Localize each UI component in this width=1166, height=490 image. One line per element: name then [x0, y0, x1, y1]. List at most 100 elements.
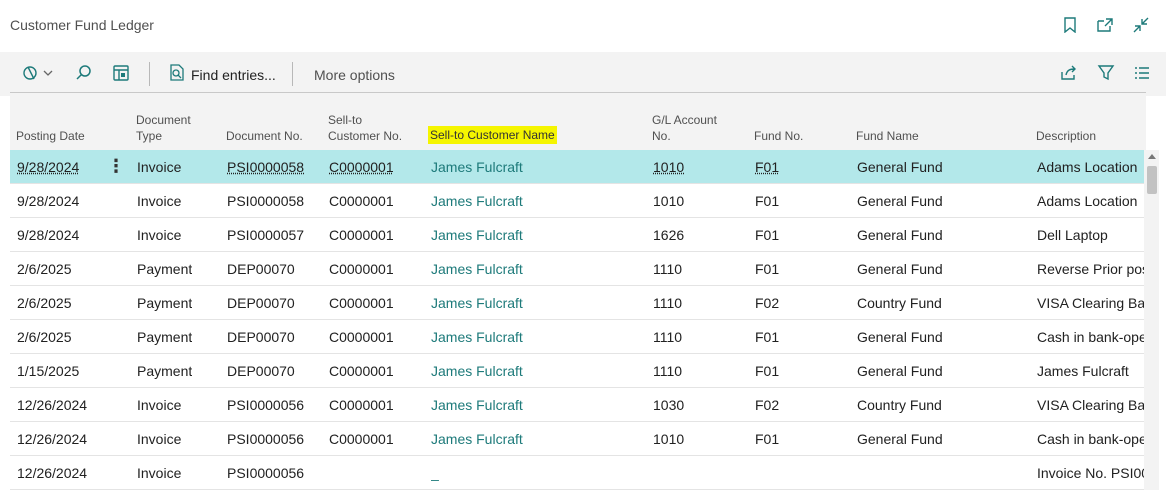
- column-header-description[interactable]: Description: [1036, 96, 1096, 150]
- cell-customer-name[interactable]: James Fulcraft: [431, 218, 523, 252]
- cell-description: Reverse Prior pos: [1037, 261, 1144, 277]
- cell-document-type: Payment: [137, 295, 193, 311]
- cell-fund-no: F01: [755, 431, 780, 447]
- column-header-label: Fund No.: [754, 129, 804, 143]
- scroll-thumb[interactable]: [1147, 166, 1157, 194]
- cell-customer-no: C0000001: [329, 193, 394, 209]
- cell-document-no: PSI0000058: [227, 159, 305, 175]
- cell-gl-account: 1110: [653, 261, 683, 277]
- cell-fund-name: General Fund: [857, 261, 943, 277]
- cell-fund-name: Country Fund: [857, 295, 942, 311]
- list-view-button[interactable]: [1133, 64, 1151, 86]
- column-header-label: G/L Account No.: [652, 113, 717, 143]
- more-options-button[interactable]: More options: [314, 64, 395, 86]
- table-row[interactable]: 9/28/2024 Invoice PSI0000058 C0000001 James …: [10, 150, 1144, 184]
- cell-fund-name: Country Fund: [857, 397, 942, 413]
- cell-customer-name[interactable]: James Fulcraft: [431, 286, 523, 320]
- cell-posting-date: 2/6/2025: [17, 295, 72, 311]
- search-button[interactable]: [75, 64, 93, 86]
- cell-fund-name: General Fund: [857, 193, 943, 209]
- column-header-gl-account[interactable]: G/L Account No.: [652, 96, 717, 150]
- cell-document-no: DEP00070: [227, 329, 295, 345]
- column-header-label: Document No.: [226, 129, 303, 143]
- cell-customer-no: C0000001: [329, 261, 394, 277]
- toolbar-divider: [149, 62, 150, 86]
- cell-fund-no: F01: [755, 261, 780, 277]
- cell-fund-name: General Fund: [857, 363, 943, 379]
- cell-posting-date: 9/28/2024: [17, 159, 80, 175]
- cell-gl-account: 1110: [653, 363, 683, 379]
- analysis-mode-button[interactable]: [112, 64, 130, 86]
- filter-actions-icon: [22, 64, 58, 87]
- find-entries-button[interactable]: Find entries...: [168, 63, 276, 86]
- column-header-fund-name[interactable]: Fund Name: [856, 96, 919, 150]
- collapse-icon[interactable]: [1131, 15, 1151, 35]
- cell-customer-no: C0000001: [329, 295, 394, 311]
- table-row[interactable]: 2/6/2025 Payment DEP00070 C0000001 James Ful…: [10, 252, 1144, 286]
- cell-gl-account: 1010: [653, 193, 685, 209]
- cell-fund-name: General Fund: [857, 227, 943, 243]
- table-row[interactable]: 12/26/2024 Invoice PSI0000056 C0000001 James…: [10, 388, 1144, 422]
- column-header-posting-date[interactable]: Posting Date: [16, 96, 85, 150]
- vertical-scrollbar[interactable]: [1145, 150, 1159, 490]
- cell-customer-no: C0000001: [329, 329, 394, 345]
- cell-fund-no: F02: [755, 295, 780, 311]
- page-actions-button[interactable]: [22, 64, 58, 86]
- cell-fund-name: General Fund: [857, 431, 943, 447]
- cell-customer-name[interactable]: James Fulcraft: [431, 320, 523, 354]
- toolbar-divider: [292, 62, 293, 86]
- cell-document-type: Invoice: [137, 431, 182, 447]
- cell-fund-no: F01: [755, 329, 780, 345]
- cell-description: Cash in bank-ope: [1037, 329, 1144, 345]
- column-header-fund-no[interactable]: Fund No.: [754, 96, 803, 150]
- cell-customer-name[interactable]: James Fulcraft: [431, 354, 523, 388]
- column-header-label: Sell-to Customer No.: [328, 113, 403, 143]
- cell-document-type: Payment: [137, 363, 193, 379]
- table-row[interactable]: 9/28/2024 Invoice PSI0000058 C0000001 James …: [10, 184, 1144, 218]
- cell-document-no: PSI0000056: [227, 465, 305, 481]
- open-new-window-icon[interactable]: [1095, 15, 1115, 35]
- cell-customer-name[interactable]: James Fulcraft: [431, 252, 523, 286]
- cell-fund-name: General Fund: [857, 329, 943, 345]
- cell-customer-no: C0000001: [329, 159, 394, 175]
- row-actions-icon[interactable]: ⋮: [107, 150, 125, 184]
- cell-posting-date: 12/26/2024: [17, 431, 88, 447]
- table-row[interactable]: 9/28/2024 Invoice PSI0000057 C0000001 James …: [10, 218, 1144, 252]
- cell-document-type: Invoice: [137, 397, 182, 413]
- cell-document-no: PSI0000057: [227, 227, 305, 243]
- table-row[interactable]: 2/6/2025 Payment DEP00070 C0000001 James Ful…: [10, 320, 1144, 354]
- filter-icon: [1097, 64, 1115, 87]
- column-header-label: Sell-to Customer Name: [428, 126, 557, 144]
- filter-button[interactable]: [1097, 64, 1115, 86]
- cell-gl-account: 1110: [653, 329, 683, 345]
- column-header-document-no[interactable]: Document No.: [226, 96, 303, 150]
- share-icon: [1060, 64, 1078, 87]
- cell-customer-name[interactable]: James Fulcraft: [431, 388, 523, 422]
- table-row[interactable]: 12/26/2024 Invoice PSI0000056 C0000001 James…: [10, 422, 1144, 456]
- cell-posting-date: 9/28/2024: [17, 193, 80, 209]
- cell-customer-no: C0000001: [329, 431, 394, 447]
- share-button[interactable]: [1060, 64, 1078, 86]
- cell-document-no: DEP00070: [227, 363, 295, 379]
- table-row[interactable]: 2/6/2025 Payment DEP00070 C0000001 James Ful…: [10, 286, 1144, 320]
- cell-document-type: Invoice: [137, 193, 182, 209]
- cell-fund-no: F01: [755, 227, 780, 243]
- cell-posting-date: 2/6/2025: [17, 261, 72, 277]
- cell-description: Invoice No. PSI00: [1037, 465, 1144, 481]
- column-header-label: Fund Name: [856, 129, 919, 143]
- column-header-document-type[interactable]: Document Type: [136, 96, 191, 150]
- scroll-up-arrow-icon[interactable]: [1148, 154, 1156, 159]
- table-row[interactable]: 12/26/2024 Invoice PSI0000056 _ Invoice No. …: [10, 456, 1144, 490]
- cell-customer-name[interactable]: James Fulcraft: [431, 184, 523, 218]
- cell-customer-no: C0000001: [329, 363, 394, 379]
- cell-document-no: PSI0000056: [227, 431, 305, 447]
- column-header-customer-no[interactable]: Sell-to Customer No.: [328, 96, 402, 150]
- cell-customer-name[interactable]: James Fulcraft: [431, 422, 523, 456]
- cell-posting-date: 12/26/2024: [17, 465, 88, 481]
- column-header-customer-name[interactable]: Sell-to Customer Name: [428, 96, 557, 150]
- cell-gl-account: 1010: [653, 431, 685, 447]
- table-row[interactable]: 1/15/2025 Payment DEP00070 C0000001 James Fu…: [10, 354, 1144, 388]
- bookmark-icon[interactable]: [1060, 15, 1080, 35]
- cell-customer-name[interactable]: James Fulcraft: [431, 150, 523, 184]
- cell-customer-name[interactable]: _: [431, 456, 439, 490]
